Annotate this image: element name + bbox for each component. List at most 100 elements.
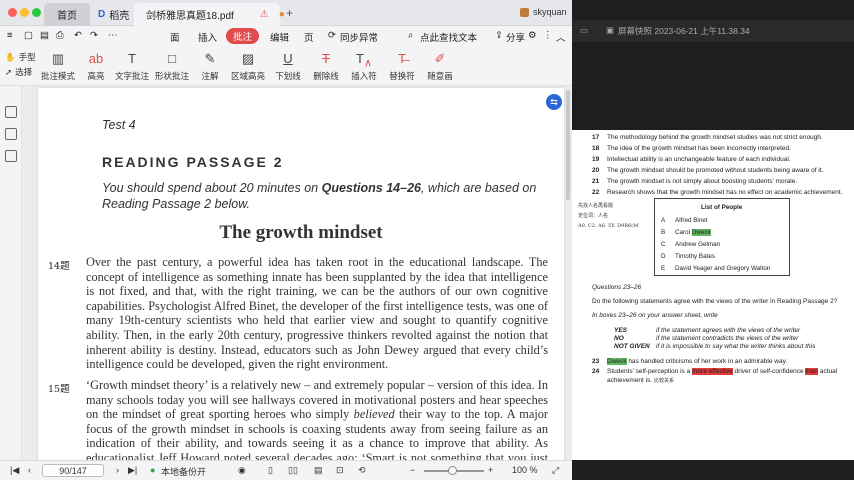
preview-image: 17 The methodology behind the growth mind… [572,130,854,460]
menu-undo-icon[interactable]: ↶ [74,30,82,41]
tool-freehand[interactable]: ✐ 随意画 [420,50,460,84]
search-icon: ⌕ [408,30,414,41]
menu-item-insert[interactable]: 插入 [198,30,217,44]
hand-icon: ✋ [5,51,16,62]
menu-print-icon[interactable]: ⎙ [56,30,64,41]
preview-title: 屏幕快照 2023-06-21 上午11.38.34 [618,26,750,36]
menu-overflow-icon[interactable]: ⋯ [108,30,118,41]
fit-icon[interactable]: ⊡ [336,465,344,476]
menu-save-icon[interactable]: ▤ [40,30,49,41]
menu-item-page[interactable]: 面 [170,30,180,44]
zoom-slider-thumb[interactable] [448,466,457,475]
eye-icon[interactable]: ◉ [238,465,246,476]
prev-page-button[interactable]: ‹ [28,465,31,475]
menu-file-icon[interactable]: ▢ [24,30,33,41]
tab-bar: 首页 D 稻壳 剑桥雅思真题18.pdf ⚠ ● + skyquan [0,0,572,26]
handwritten-note-1: 先找人名再看题 [578,203,614,209]
no-row: NO if the statement contradicts the views… [614,335,799,342]
continuous-icon[interactable]: ▤ [314,465,323,476]
tool-highlight[interactable]: ab 高亮 [76,50,116,84]
preview-titlebar: ▭ ▣ 屏幕快照 2023-06-21 上午11.38.34 [572,20,854,42]
sync-status[interactable]: 同步异常 [340,30,378,44]
copy-icon[interactable] [5,150,17,162]
rotate-icon[interactable]: ⟲ [358,465,366,476]
minimize-window-button[interactable] [20,8,29,17]
hand-tool[interactable]: ✋ 手型 [5,51,36,63]
fullscreen-icon[interactable]: ⤢ [552,465,559,476]
tool-underline[interactable]: U 下划线 [268,50,308,84]
thumbnail-icon[interactable] [5,106,17,118]
menu-bar: ≡ ▢ ▤ ⎙ ↶ ↷ ⋯ 面 插入 批注 编辑 页 ⟳ 同步异常 ⌕ 点此查找… [0,26,572,48]
question-note-15: 15题 [48,384,70,395]
rectangle-icon: □ [168,51,176,66]
menu-item-edit[interactable]: 编辑 [270,30,289,44]
statement-22: 22 Research shows that the growth mindset… [592,189,843,196]
zoom-window-button[interactable] [32,8,41,17]
insert-mark-icon: T∧ [356,51,372,70]
tool-strikethrough[interactable]: T 删除线 [306,50,346,84]
left-sidebar [0,86,22,460]
person-b: B Carol Dweck [661,229,711,236]
translate-icon[interactable]: ⇆ [546,94,562,110]
backup-icon: ● [150,465,156,475]
tab-home[interactable]: 首页 [44,3,90,26]
tool-shape-annotation[interactable]: □ 形状批注 [152,50,192,84]
tool-insert-mark[interactable]: T∧ 插入符 [344,50,384,84]
select-tool[interactable]: ➚ 选择 [5,66,32,78]
person-e: E David Yeager and Gregory Walton [661,265,771,272]
single-page-icon[interactable]: ▯ [268,465,273,476]
tool-note[interactable]: ✎ 注解 [190,50,230,84]
find-text-button[interactable]: 点此查找文本 [420,30,477,44]
zoom-in-button[interactable]: + [488,465,493,475]
underline-icon: U [283,51,293,66]
tool-area-highlight[interactable]: ▨ 区域高亮 [228,50,268,84]
tab-document[interactable]: 剑桥雅思真题18.pdf ⚠ ● [134,3,285,26]
menu-item-annotate[interactable]: 批注 [226,28,260,44]
annotation-toolbar: ✋ 手型 ➚ 选择 ▥ 批注模式 ab 高亮 T 文字批注 □ 形状批注 ✎ 注解 ▨ 区域高亮… [0,48,572,86]
sidebar-toggle-icon[interactable]: ▭ [580,25,588,36]
test-label: Test 4 [102,118,136,132]
zoom-level[interactable]: 100 % [512,465,538,475]
statement-21: 21 The growth mindset is not simply about… [592,178,798,185]
zoom-slider[interactable] [424,466,484,475]
tool-annotation-mode[interactable]: ▥ 批注模式 [38,50,78,84]
list-of-people-box: List of People A Alfred Binet B Carol Dwec… [654,198,790,276]
cursor-icon: ➚ [5,66,13,77]
highlight-icon: ab [88,51,104,66]
page-number-input[interactable]: 90/147 [42,464,104,477]
backup-status[interactable]: 本地备份开 [161,465,206,478]
menu-hamburger-icon[interactable]: ≡ [7,30,13,41]
unsaved-dot-icon: ● [278,9,285,20]
menu-redo-icon[interactable]: ↷ [90,30,98,41]
share-button[interactable]: 分享 [506,30,525,44]
note-icon: ✎ [204,51,216,66]
close-window-button[interactable] [8,8,17,17]
person-a: A Alfred Binet [661,217,708,224]
tab-docer[interactable]: D 稻壳 [90,3,134,26]
double-page-icon[interactable]: ▯▯ [288,465,298,476]
zoom-out-button[interactable]: − [410,465,415,475]
tool-replace-mark[interactable]: T̶ 替换符 [382,50,422,84]
image-icon[interactable] [5,128,17,140]
pen-icon: ✐ [434,51,446,66]
new-tab-button[interactable]: + [286,6,293,20]
collapse-icon[interactable]: ︿ [556,30,566,44]
status-bar: |◀ ‹ 90/147 › ▶| ● 本地备份开 ◉ ▯ ▯▯ ▤ ⊡ ⟲ − … [0,460,572,480]
questions-heading: Questions 23–26 [592,284,642,291]
handwritten-note-2: 定位词：人名 [578,213,609,219]
more-icon[interactable]: ⋮ [543,30,553,41]
last-page-button[interactable]: ▶| [128,465,137,476]
settings-icon[interactable]: ⚙ [528,30,537,41]
user-avatar[interactable] [520,8,529,17]
document-viewport[interactable]: Test 4 READING PASSAGE 2 You should spen… [22,86,572,460]
next-page-button[interactable]: › [116,465,119,475]
vertical-scrollbar[interactable] [566,90,570,200]
strikethrough-icon: T [322,51,330,66]
passage-intro: You should spend about 20 minutes on Que… [102,181,537,211]
tool-text-annotation[interactable]: T 文字批注 [112,50,152,84]
question-23: 23 Dweck has handled criticisms of her wo… [592,358,788,365]
text-annotation-icon: T [128,51,136,66]
paragraph-2: ‘Growth mindset theory’ is a relatively … [86,378,548,460]
menu-item-page2[interactable]: 页 [304,30,314,44]
first-page-button[interactable]: |◀ [10,465,19,476]
